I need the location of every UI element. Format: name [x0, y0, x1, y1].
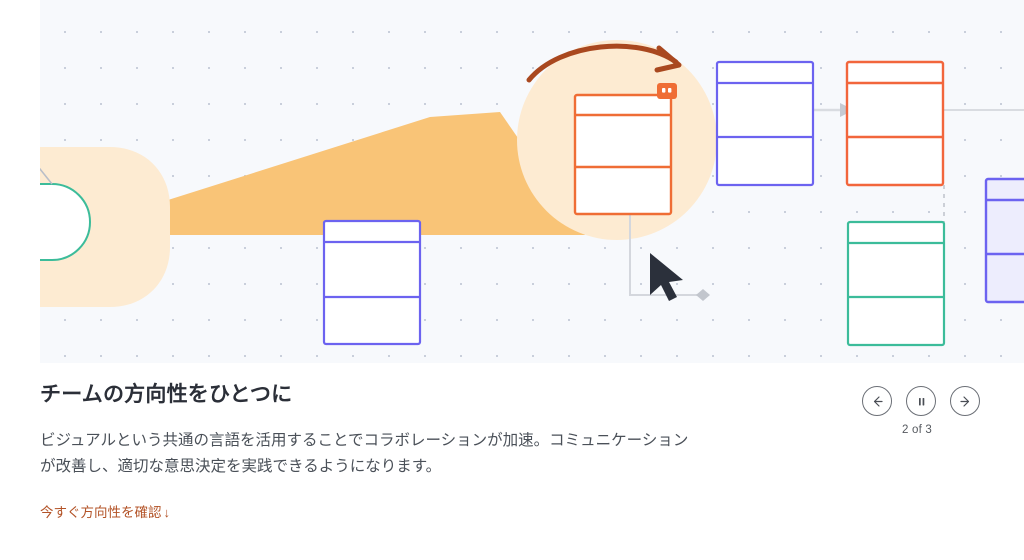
card-green-right — [846, 220, 946, 347]
cta-label: 今すぐ方向性を確認 — [40, 505, 162, 520]
page-title: チームの方向性をひとつに — [40, 383, 293, 406]
diagram-illustration — [40, 40, 1024, 347]
arrow-down-icon: ↓ — [163, 505, 171, 520]
card-lavender-edge — [984, 177, 1024, 304]
card-blue-left — [322, 219, 422, 346]
card-orange-right — [845, 60, 945, 187]
slide-caption: チームの方向性をひとつに ビジュアルという共通の言語を活用することでコラボレーシ… — [40, 380, 720, 522]
comment-badge-icon — [657, 83, 677, 99]
next-slide-button[interactable] — [950, 386, 980, 416]
diagram-canvas — [40, 0, 1024, 363]
pause-slideshow-button[interactable] — [906, 386, 936, 416]
slide-description: ビジュアルという共通の言語を活用することでコラボレーションが加速。コミュニケーシ… — [40, 432, 689, 475]
carousel-slide: チームの方向性をひとつに ビジュアルという共通の言語を活用することでコラボレーシ… — [0, 0, 1024, 560]
previous-slide-button[interactable] — [862, 386, 892, 416]
cta-link[interactable]: 今すぐ方向性を確認 ↓ — [40, 504, 170, 522]
card-blue-top — [715, 60, 815, 187]
arrow-left-icon — [871, 395, 884, 408]
mouse-cursor-icon — [650, 253, 683, 301]
pause-icon — [915, 395, 928, 408]
card-orange-focus — [573, 93, 673, 216]
slide-counter: 2 of 3 — [902, 424, 932, 436]
arrow-right-icon — [959, 395, 972, 408]
carousel-controls: 2 of 3 — [862, 386, 1012, 436]
